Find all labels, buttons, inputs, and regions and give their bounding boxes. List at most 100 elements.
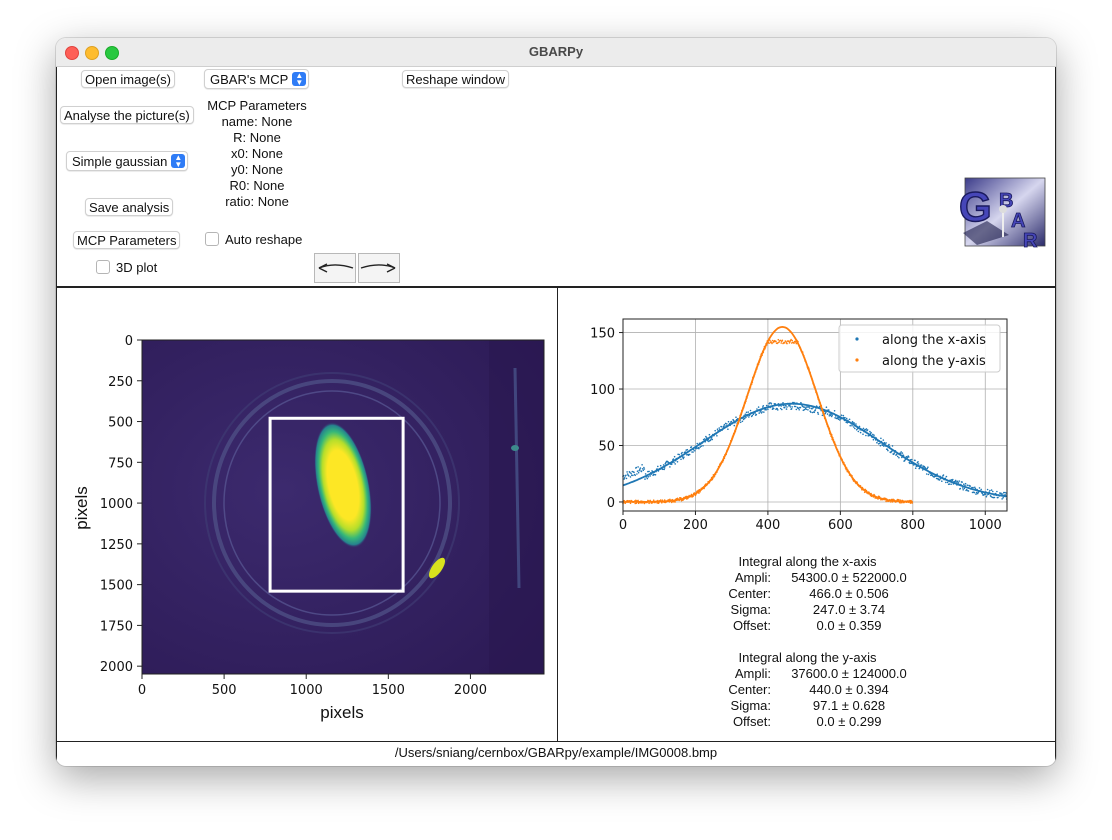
point-x bbox=[942, 474, 945, 476]
result-row: Ampli: 54300.0 ± 522000.0 bbox=[558, 570, 1056, 586]
point-x bbox=[857, 430, 860, 433]
point-x bbox=[986, 488, 989, 491]
checkbox-box[interactable] bbox=[205, 232, 219, 246]
point-x bbox=[761, 411, 763, 413]
point-x bbox=[958, 480, 960, 482]
image-ytick-label: 750 bbox=[108, 456, 133, 471]
svg-text:R: R bbox=[1023, 230, 1038, 251]
result-label: Sigma: bbox=[730, 602, 771, 617]
mcp-param-name: name: None bbox=[221, 114, 293, 129]
mcp-parameters-button[interactable]: MCP Parameters bbox=[73, 231, 181, 249]
point-x bbox=[883, 445, 885, 447]
point-x bbox=[852, 426, 855, 428]
point-x bbox=[755, 413, 758, 416]
chart-xtick-label: 400 bbox=[755, 518, 780, 533]
open-images-button[interactable]: Open image(s) bbox=[81, 70, 175, 88]
point-x bbox=[961, 481, 963, 483]
point-x bbox=[676, 461, 679, 463]
previous-image-button[interactable] bbox=[314, 253, 356, 283]
status-bar: /Users/sniang/cernbox/GBARpy/example/IMG… bbox=[56, 741, 1056, 766]
point-y bbox=[768, 342, 770, 344]
point-x bbox=[966, 484, 969, 486]
point-x bbox=[887, 449, 889, 452]
point-x bbox=[1001, 493, 1004, 495]
point-x bbox=[637, 466, 639, 468]
plot-3d-checkbox[interactable]: 3D plot bbox=[96, 260, 157, 275]
point-x bbox=[739, 421, 742, 424]
point-x bbox=[954, 479, 957, 482]
point-y bbox=[770, 341, 773, 343]
point-x bbox=[817, 413, 820, 415]
analyse-button[interactable]: Analyse the picture(s) bbox=[60, 106, 194, 124]
chart-xtick-label: 200 bbox=[683, 518, 708, 533]
save-analysis-button[interactable]: Save analysis bbox=[85, 198, 174, 216]
arrow-left-icon bbox=[318, 263, 354, 273]
point-y bbox=[780, 342, 782, 344]
point-x bbox=[992, 490, 994, 493]
point-x bbox=[1001, 498, 1003, 500]
point-x bbox=[659, 464, 662, 467]
image-xtick-label: 1500 bbox=[372, 683, 405, 698]
point-x bbox=[749, 409, 752, 412]
point-x bbox=[696, 442, 698, 445]
result-value: 247.0 ± 3.74 bbox=[812, 602, 886, 617]
point-x bbox=[757, 406, 760, 408]
next-image-button[interactable] bbox=[358, 253, 400, 283]
mcp-params-title: MCP Parameters bbox=[207, 98, 307, 113]
results-x-title: Integral along the x-axis bbox=[738, 554, 877, 569]
mcp-select[interactable]: GBAR's MCP ▲ ▼ bbox=[204, 69, 310, 89]
point-x bbox=[626, 471, 628, 473]
point-x bbox=[718, 427, 720, 429]
point-x bbox=[917, 461, 919, 463]
point-x bbox=[682, 457, 685, 460]
checkbox-box[interactable] bbox=[96, 260, 110, 274]
point-x bbox=[716, 435, 718, 437]
point-x bbox=[637, 471, 640, 474]
point-x bbox=[686, 448, 689, 451]
point-x bbox=[643, 466, 645, 469]
point-y bbox=[648, 502, 650, 505]
point-x bbox=[777, 409, 779, 411]
point-x bbox=[730, 420, 733, 423]
mcp-param-x0: x0: None bbox=[230, 146, 284, 161]
point-x bbox=[692, 451, 694, 453]
point-x bbox=[997, 496, 999, 499]
chart-xtick-label: 800 bbox=[900, 518, 925, 533]
point-x bbox=[785, 408, 788, 410]
auto-reshape-checkbox[interactable]: Auto reshape bbox=[205, 232, 302, 247]
legend-marker-y bbox=[855, 358, 859, 362]
point-x bbox=[896, 455, 899, 458]
result-label: Sigma: bbox=[730, 698, 771, 713]
fit-mode-select[interactable]: Simple gaussian ▲ ▼ bbox=[66, 151, 189, 171]
point-x bbox=[840, 414, 843, 416]
point-x bbox=[807, 409, 809, 411]
mcp-param-y0: y0: None bbox=[230, 162, 284, 177]
point-x bbox=[720, 425, 723, 428]
title-bar: GBARPy bbox=[56, 38, 1056, 67]
point-x bbox=[957, 482, 960, 484]
point-x bbox=[993, 496, 996, 499]
mcp-param-r: R: None bbox=[233, 130, 281, 145]
point-x bbox=[644, 473, 647, 475]
point-x bbox=[747, 411, 749, 413]
point-x bbox=[670, 463, 673, 466]
point-y bbox=[785, 340, 787, 343]
point-x bbox=[683, 456, 685, 458]
result-row: Ampli: 37600.0 ± 124000.0 bbox=[558, 666, 1056, 682]
point-x bbox=[628, 475, 630, 477]
reshape-window-button[interactable]: Reshape window bbox=[402, 70, 510, 88]
point-x bbox=[639, 467, 642, 469]
point-x bbox=[963, 483, 965, 485]
result-label: Offset: bbox=[732, 714, 771, 729]
point-x bbox=[891, 445, 894, 447]
point-x bbox=[900, 451, 902, 453]
image-ytick-label: 250 bbox=[108, 375, 133, 390]
point-x bbox=[980, 488, 982, 491]
point-x bbox=[927, 473, 930, 476]
point-x bbox=[723, 423, 726, 426]
result-label: Center: bbox=[728, 682, 771, 697]
point-x bbox=[726, 423, 728, 425]
point-x bbox=[859, 431, 862, 434]
app-window: GBARPy Open image(s) Analyse the picture… bbox=[56, 38, 1056, 766]
mcp-parameters-info: MCP Parameters name: None R: None x0: No… bbox=[197, 98, 317, 210]
